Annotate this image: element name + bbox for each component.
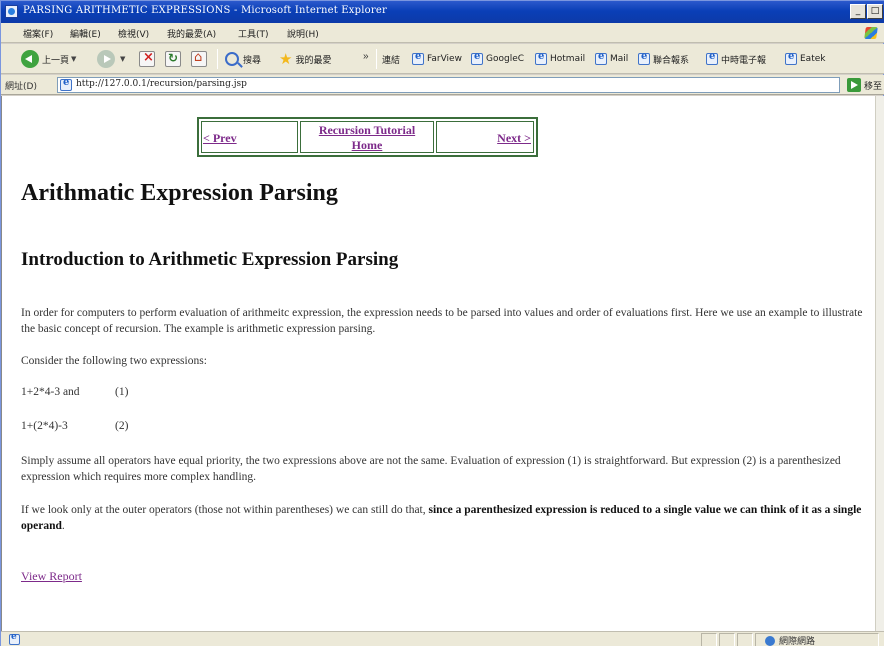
windows-logo <box>859 24 883 42</box>
outer-operators-paragraph: If we look only at the outer operators (… <box>21 502 873 534</box>
zone-label: 網際網路 <box>779 637 816 646</box>
stop-button[interactable] <box>139 50 158 68</box>
address-input[interactable]: http://127.0.0.1/recursion/parsing.jsp ▼ <box>57 77 840 93</box>
expression-2-text: 1+(2*4)-3 <box>21 420 68 432</box>
expression-1: 1+2*4-3 and (1) <box>21 386 128 398</box>
home-icon <box>191 50 207 67</box>
windows-flag-icon <box>864 27 878 39</box>
vertical-scrollbar[interactable] <box>875 96 884 631</box>
forward-button[interactable]: ▼ <box>97 50 125 68</box>
consider-paragraph: Consider the following two expressions: <box>21 355 207 367</box>
ie-page-icon <box>535 51 547 65</box>
expression-2: 1+(2*4)-3 (2) <box>21 420 128 432</box>
toolbar: 上一頁 ▼ ▼ 搜尋 ★ 我的最愛 » 連結 FarView GoogleC H… <box>1 44 884 74</box>
favorites-label: 我的最愛 <box>295 55 332 66</box>
intro-paragraph: In order for computers to perform evalua… <box>21 307 863 335</box>
link-googlec[interactable]: GoogleC <box>471 50 524 68</box>
title-bar: PARSING ARITHMETIC EXPRESSIONS - Microso… <box>1 1 884 23</box>
priority-paragraph: Simply assume all operators have equal p… <box>21 455 841 483</box>
ie-page-icon <box>60 77 72 91</box>
expression-1-number: (1) <box>115 386 129 398</box>
status-pane <box>701 633 717 646</box>
expression-1-text: 1+2*4-3 and <box>21 386 80 398</box>
menu-favorites[interactable]: 我的最愛(A) <box>167 27 216 40</box>
toolbar-separator <box>217 49 218 69</box>
stop-icon <box>139 50 155 67</box>
home-button[interactable] <box>191 50 210 68</box>
ie-page-icon <box>706 51 718 65</box>
back-label: 上一頁 <box>42 55 70 66</box>
link-farview[interactable]: FarView <box>412 50 462 68</box>
view-report-link[interactable]: View Report <box>21 569 82 584</box>
paragraph-end: . <box>61 520 65 532</box>
expression-2-number: (2) <box>115 420 129 432</box>
menu-edit[interactable]: 編輯(E) <box>70 27 101 40</box>
link-mail[interactable]: Mail <box>595 50 628 68</box>
nav-cell-home: Recursion Tutorial Home <box>300 121 434 153</box>
nav-cell-next: Next > <box>436 121 534 153</box>
outer-operators-text: If we look only at the outer operators (… <box>21 504 429 516</box>
minimize-button[interactable]: _ <box>850 4 866 19</box>
back-dropdown-icon[interactable]: ▼ <box>71 55 76 63</box>
refresh-icon <box>165 51 181 67</box>
next-link[interactable]: Next > <box>497 131 531 146</box>
ie-page-icon <box>638 51 650 65</box>
link-chinatimes[interactable]: 中時電子報 <box>706 50 766 68</box>
status-pane <box>719 633 735 646</box>
back-button[interactable]: 上一頁 ▼ <box>21 50 76 68</box>
menu-help[interactable]: 說明(H) <box>287 27 319 40</box>
address-label: 網址(D) <box>5 82 37 92</box>
ie-app-icon <box>5 5 18 18</box>
globe-icon <box>765 635 775 646</box>
address-url[interactable]: http://127.0.0.1/recursion/parsing.jsp <box>76 79 247 89</box>
home-link-line2: Home <box>351 138 383 152</box>
ie-page-icon <box>785 51 797 65</box>
ie-page-icon <box>471 51 483 65</box>
favorites-button[interactable]: ★ 我的最愛 <box>279 50 331 68</box>
go-button[interactable]: 移至 <box>847 78 882 92</box>
nav-cell-prev: < Prev <box>201 121 298 153</box>
ie-page-icon <box>9 632 20 645</box>
link-hotmail[interactable]: Hotmail <box>535 50 585 68</box>
toolbar-separator <box>376 49 377 69</box>
star-icon: ★ <box>279 50 293 68</box>
go-arrow-icon <box>847 78 861 92</box>
search-button[interactable]: 搜尋 <box>225 50 261 68</box>
ie-page-icon <box>412 51 424 65</box>
internet-zone: 網際網路 <box>765 634 815 646</box>
back-arrow-icon <box>21 50 39 68</box>
search-label: 搜尋 <box>243 55 262 66</box>
go-label: 移至 <box>864 81 883 92</box>
forward-dropdown-icon[interactable]: ▼ <box>120 55 125 63</box>
menu-bar: 檔案(F) 編輯(E) 檢視(V) 我的最愛(A) 工具(T) 說明(H) <box>1 23 884 43</box>
browser-window: PARSING ARITHMETIC EXPRESSIONS - Microso… <box>0 0 884 646</box>
link-udn[interactable]: 聯合報系 <box>638 50 689 68</box>
status-pane <box>737 633 753 646</box>
menu-tools[interactable]: 工具(T) <box>238 27 269 40</box>
tutorial-nav-table: < Prev Recursion Tutorial Home Next > <box>197 117 538 157</box>
menu-file[interactable]: 檔案(F) <box>23 27 53 40</box>
menu-view[interactable]: 檢視(V) <box>118 27 149 40</box>
forward-arrow-icon <box>97 50 115 68</box>
page-content: < Prev Recursion Tutorial Home Next > Ari… <box>1 96 875 631</box>
links-label: 連結 <box>382 55 401 66</box>
tutorial-home-link[interactable]: Recursion Tutorial Home <box>319 123 415 153</box>
home-link-line1: Recursion Tutorial <box>318 123 416 137</box>
ie-page-icon <box>595 51 607 65</box>
page-title: Arithmatic Expression Parsing <box>21 180 338 206</box>
window-title: PARSING ARITHMETIC EXPRESSIONS - Microso… <box>23 5 387 16</box>
maximize-button[interactable]: □ <box>867 4 883 19</box>
toolbar-more-chevron[interactable]: » <box>363 51 369 62</box>
section-heading: Introduction to Arithmetic Expression Pa… <box>21 249 399 270</box>
refresh-button[interactable] <box>165 50 184 68</box>
link-eatek[interactable]: Eatek <box>785 50 825 68</box>
prev-link[interactable]: < Prev <box>203 131 237 146</box>
status-bar: 網際網路 <box>1 631 884 646</box>
address-bar: 網址(D) http://127.0.0.1/recursion/parsing… <box>1 75 884 95</box>
search-icon <box>225 52 239 66</box>
